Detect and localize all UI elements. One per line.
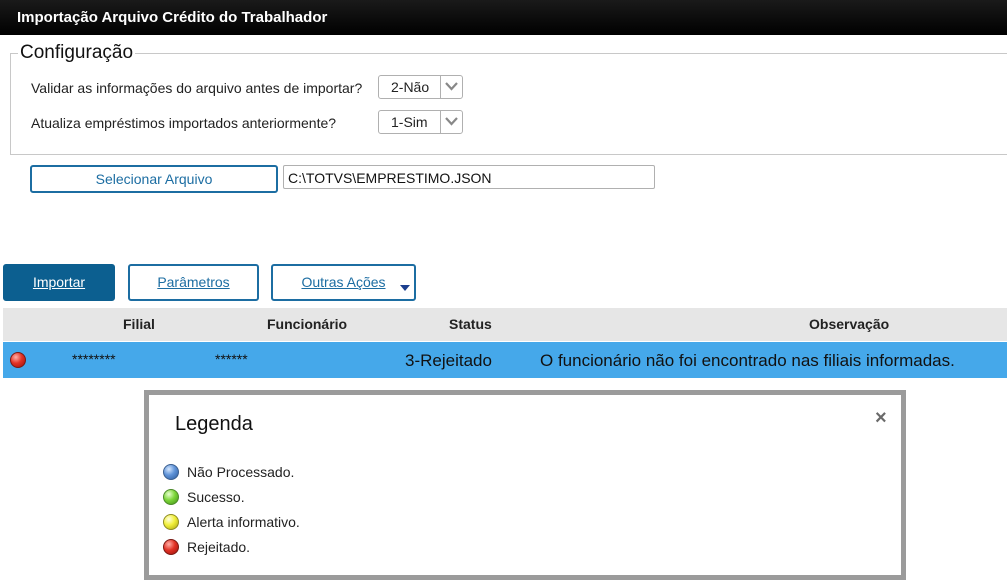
cell-status: 3-Rejeitado [405,351,492,370]
validate-select[interactable]: 2-Não [378,75,463,99]
parameters-button-label: Parâmetros [157,274,230,290]
legend-item-label: Alerta informativo. [187,514,300,530]
legend-item-label: Rejeitado. [187,539,251,555]
other-actions-button[interactable]: Outras Ações [271,264,416,301]
close-icon[interactable]: × [875,407,887,430]
legend-dialog: Legenda × Não Processado. Sucesso. Alert… [144,390,906,580]
cell-funcionario: ****** [215,351,248,367]
column-header-funcionario[interactable]: Funcionário [267,316,347,332]
blue-status-icon [163,464,179,480]
dropdown-caret-icon [400,285,410,291]
validate-select-value: 2-Não [391,79,430,95]
table-header: Filial Funcionário Status Observação [3,308,1007,341]
import-button[interactable]: Importar [3,264,115,301]
config-group [10,53,1007,155]
cell-observacao: O funcionário não foi encontrado nas fil… [540,351,955,370]
title-bar: Importação Arquivo Crédito do Trabalhado… [0,0,1007,35]
chevron-down-icon[interactable] [440,76,462,98]
column-header-filial[interactable]: Filial [123,316,155,332]
parameters-button[interactable]: Parâmetros [128,264,259,301]
select-file-button[interactable]: Selecionar Arquivo [30,165,278,193]
config-legend: Configuração [18,42,136,64]
import-button-label: Importar [32,274,86,290]
column-header-status[interactable]: Status [449,316,492,332]
chevron-down-icon[interactable] [440,111,462,133]
legend-item-label: Sucesso. [187,489,245,505]
legend-dialog-title: Legenda [175,413,253,435]
cell-filial: ******** [72,351,116,367]
column-header-observacao[interactable]: Observação [809,316,889,332]
file-path-field[interactable]: C:\TOTVS\EMPRESTIMO.JSON [283,165,655,189]
validate-label: Validar as informações do arquivo antes … [31,80,363,96]
update-select-value: 1-Sim [391,114,428,130]
legend-item-label: Não Processado. [187,464,295,480]
yellow-status-icon [163,514,179,530]
green-status-icon [163,489,179,505]
red-status-icon [10,352,26,368]
update-select[interactable]: 1-Sim [378,110,463,134]
other-actions-button-label: Outras Ações [301,274,386,290]
table-row[interactable]: ******** ****** 3-Rejeitado O funcionári… [3,342,1007,378]
red-status-icon [163,539,179,555]
update-label: Atualiza empréstimos importados anterior… [31,115,337,131]
window-title: Importação Arquivo Crédito do Trabalhado… [17,9,328,26]
